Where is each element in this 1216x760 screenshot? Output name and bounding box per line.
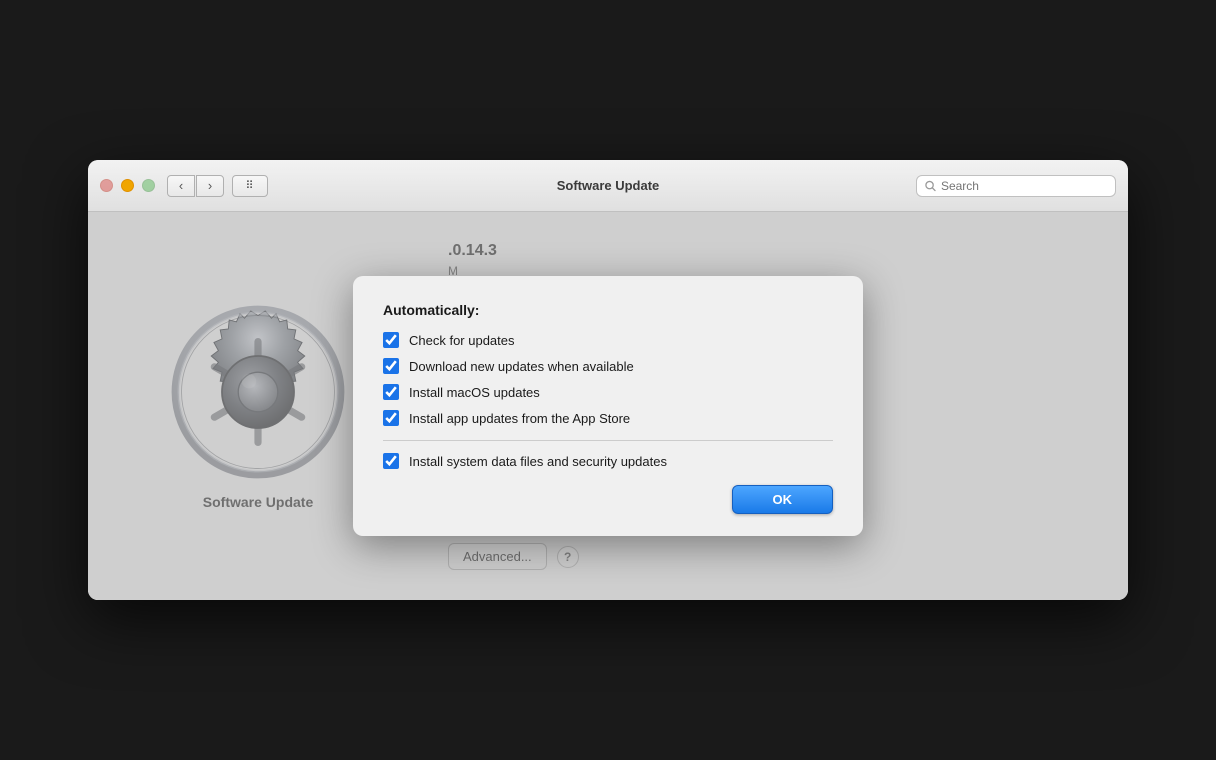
nav-buttons: ‹ ›: [167, 175, 224, 197]
checkbox-item-1: Check for updates: [383, 332, 833, 348]
back-icon: ‹: [179, 178, 183, 193]
main-content: Software Update .0.14.3 M Advanced... ? …: [88, 212, 1128, 600]
checkbox-label-1: Check for updates: [409, 333, 515, 348]
checkbox-list: Check for updates Download new updates w…: [383, 332, 833, 426]
checkbox-label-5: Install system data files and security u…: [409, 454, 667, 469]
close-button[interactable]: [100, 179, 113, 192]
ok-button[interactable]: OK: [732, 485, 834, 514]
dialog-title: Automatically:: [383, 302, 833, 318]
main-window: ‹ › ⠿ Software Update: [88, 160, 1128, 600]
checkbox-label-4: Install app updates from the App Store: [409, 411, 630, 426]
checkbox-item-5: Install system data files and security u…: [383, 453, 833, 469]
checkbox-item-3: Install macOS updates: [383, 384, 833, 400]
grid-button[interactable]: ⠿: [232, 175, 268, 197]
back-button[interactable]: ‹: [167, 175, 195, 197]
checkbox-item-2: Download new updates when available: [383, 358, 833, 374]
titlebar: ‹ › ⠿ Software Update: [88, 160, 1128, 212]
minimize-button[interactable]: [121, 179, 134, 192]
forward-button[interactable]: ›: [196, 175, 224, 197]
checkbox-install-security[interactable]: [383, 453, 399, 469]
search-bar[interactable]: [916, 175, 1116, 197]
forward-icon: ›: [208, 178, 212, 193]
traffic-lights: [100, 179, 155, 192]
maximize-button[interactable]: [142, 179, 155, 192]
checkbox-label-2: Download new updates when available: [409, 359, 634, 374]
dialog: Automatically: Check for updates Downloa…: [353, 276, 863, 536]
checkbox-install-macos[interactable]: [383, 384, 399, 400]
grid-icon: ⠿: [245, 179, 254, 192]
checkbox-download-updates[interactable]: [383, 358, 399, 374]
checkbox-check-for-updates[interactable]: [383, 332, 399, 348]
search-input[interactable]: [941, 179, 1107, 193]
checkbox-label-3: Install macOS updates: [409, 385, 540, 400]
window-title: Software Update: [557, 178, 660, 193]
search-icon: [925, 180, 936, 192]
dialog-divider: [383, 440, 833, 441]
checkbox-item-4: Install app updates from the App Store: [383, 410, 833, 426]
checkbox-install-app-updates[interactable]: [383, 410, 399, 426]
dialog-footer: OK: [383, 485, 833, 514]
